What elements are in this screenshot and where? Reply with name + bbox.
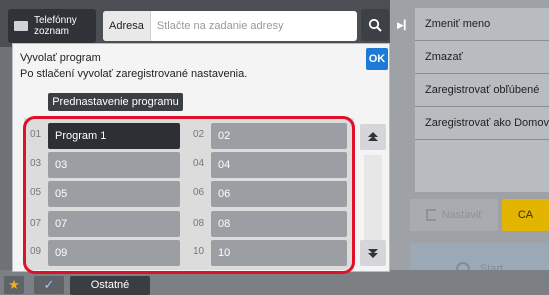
menu-item-register-favorite[interactable]: Zaregistrovať obľúbené (415, 74, 549, 107)
address-book-icon (14, 21, 28, 31)
address-book-label: Telefónny zoznam (34, 15, 77, 37)
program-button-2[interactable]: 02 (211, 123, 347, 149)
search-button[interactable] (361, 9, 389, 41)
program-button-1[interactable]: Program 1 (48, 123, 180, 149)
action-menu: Zmeniť meno Zmazať Zaregistrovať obľúben… (415, 8, 549, 140)
program-button-9[interactable]: 09 (48, 240, 180, 266)
program-button-3[interactable]: 03 (48, 152, 180, 178)
program-preset-button[interactable]: Prednastavenie programu (48, 93, 183, 111)
dialog-title: Vyvolať program (20, 52, 101, 64)
scroll-down-icon (368, 249, 378, 258)
scroll-up-icon (368, 132, 378, 141)
ok-button[interactable]: OK (366, 48, 388, 70)
address-label: Adresa (103, 11, 151, 41)
scroll-down-button[interactable] (360, 240, 386, 266)
program-button-10[interactable]: 10 (211, 240, 347, 266)
program-button-8[interactable]: 08 (211, 211, 347, 237)
other-button[interactable]: Ostatné (70, 276, 150, 295)
menu-item-rename[interactable]: Zmeniť meno (415, 8, 549, 41)
dialog-description: Po stlačení vyvolať zaregistrované nasta… (20, 68, 248, 80)
favorite-star-icon[interactable]: ★ (4, 276, 24, 294)
address-field[interactable]: Adresa Stlačte na zadanie adresy (103, 11, 357, 41)
program-number: 08 (193, 218, 205, 229)
scroll-track[interactable] (364, 155, 382, 240)
address-book-label-line1: Telefónny (34, 15, 77, 26)
address-placeholder: Stlačte na zadanie adresy (156, 20, 284, 32)
set-label: Nastaviť (441, 209, 483, 221)
program-button-7[interactable]: 07 (48, 211, 180, 237)
menu-item-register-home[interactable]: Zaregistrovať ako Domov (415, 107, 549, 140)
scroll-up-button[interactable] (360, 124, 386, 150)
left-strip (0, 47, 12, 277)
menu-empty-area (415, 140, 549, 192)
program-number: 01 (30, 129, 42, 140)
check-icon[interactable]: ✓ (34, 276, 64, 294)
program-number: 04 (193, 158, 205, 169)
program-number: 02 (193, 129, 205, 140)
program-number: 09 (30, 246, 42, 257)
address-book-label-line2: zoznam (34, 26, 70, 37)
program-number: 07 (30, 218, 42, 229)
clear-all-button[interactable]: CA (502, 199, 549, 231)
collapse-arrow-icon[interactable]: ▶▎ (397, 20, 411, 31)
menu-item-delete[interactable]: Zmazať (415, 41, 549, 74)
program-number: 03 (30, 158, 42, 169)
address-book-button[interactable]: Telefónny zoznam (8, 9, 96, 43)
program-button-4[interactable]: 04 (211, 152, 347, 178)
program-number: 10 (193, 246, 205, 257)
search-icon (368, 18, 382, 32)
program-number: 05 (30, 187, 42, 198)
program-button-5[interactable]: 05 (48, 181, 180, 207)
set-icon (425, 209, 436, 221)
program-button-6[interactable]: 06 (211, 181, 347, 207)
program-number: 06 (193, 187, 205, 198)
set-button[interactable]: Nastaviť (410, 199, 498, 231)
